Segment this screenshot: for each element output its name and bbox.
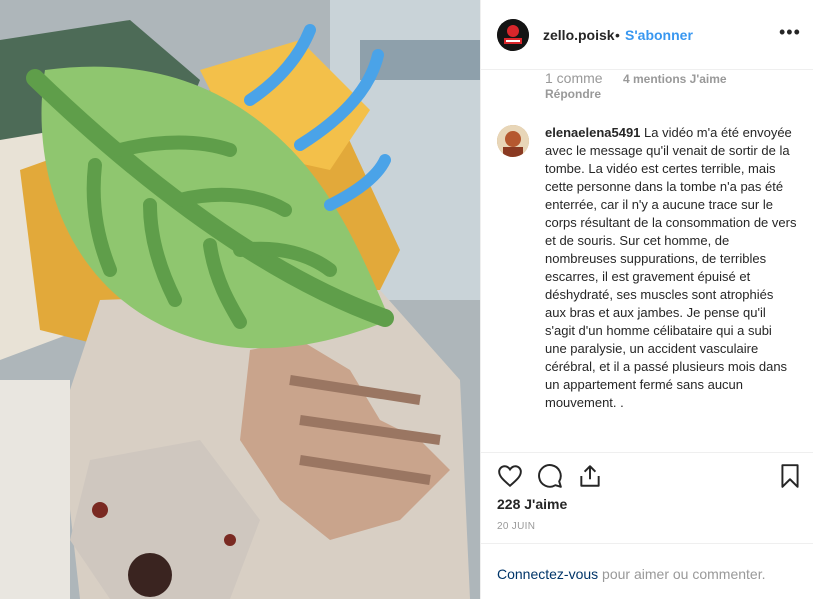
login-prompt-rest: pour aimer ou commenter. [598,566,766,582]
share-icon[interactable] [577,463,603,489]
previous-comment-text: 1 comme [545,70,603,86]
previous-comment-likes[interactable]: 4 mentions J'aime [623,72,727,86]
follow-button[interactable]: S'abonner [625,27,693,43]
more-options-icon[interactable]: ••• [779,22,801,43]
commenter-photo [497,125,529,157]
commenter-avatar[interactable] [497,125,529,157]
comments-list[interactable]: 1 comme 4 mentions J'aime Répondre elena… [481,70,813,452]
comment-username[interactable]: elenaelena5491 [545,125,640,140]
heart-icon[interactable] [497,463,523,489]
post-header: zello.poisk • S'abonner ••• [481,0,813,70]
separator-dot: • [615,27,620,43]
login-prompt: Connectez-vous pour aimer ou commenter. [481,543,813,599]
reply-button[interactable]: Répondre [545,87,601,101]
author-username[interactable]: zello.poisk [543,27,615,43]
post-date[interactable]: 20 JUIN [497,521,535,532]
comment-body: elenaelena5491 La vidéo m'a été envoyée … [545,124,797,412]
bookmark-icon[interactable] [777,463,803,489]
comment-text: La vidéo m'a été envoyée avec le message… [545,125,797,410]
author-avatar[interactable] [497,19,529,51]
login-prompt-text: Connectez-vous pour aimer ou commenter. [497,566,765,582]
post-sidebar: zello.poisk • S'abonner ••• 1 comme 4 me… [480,0,813,599]
post-photo [0,0,480,599]
action-bar [481,452,813,492]
comment-icon[interactable] [537,463,563,489]
likes-count[interactable]: 228 J'aime [497,496,567,512]
post-media[interactable] [0,0,480,599]
login-link[interactable]: Connectez-vous [497,566,598,582]
zello-logo-icon [497,19,529,51]
